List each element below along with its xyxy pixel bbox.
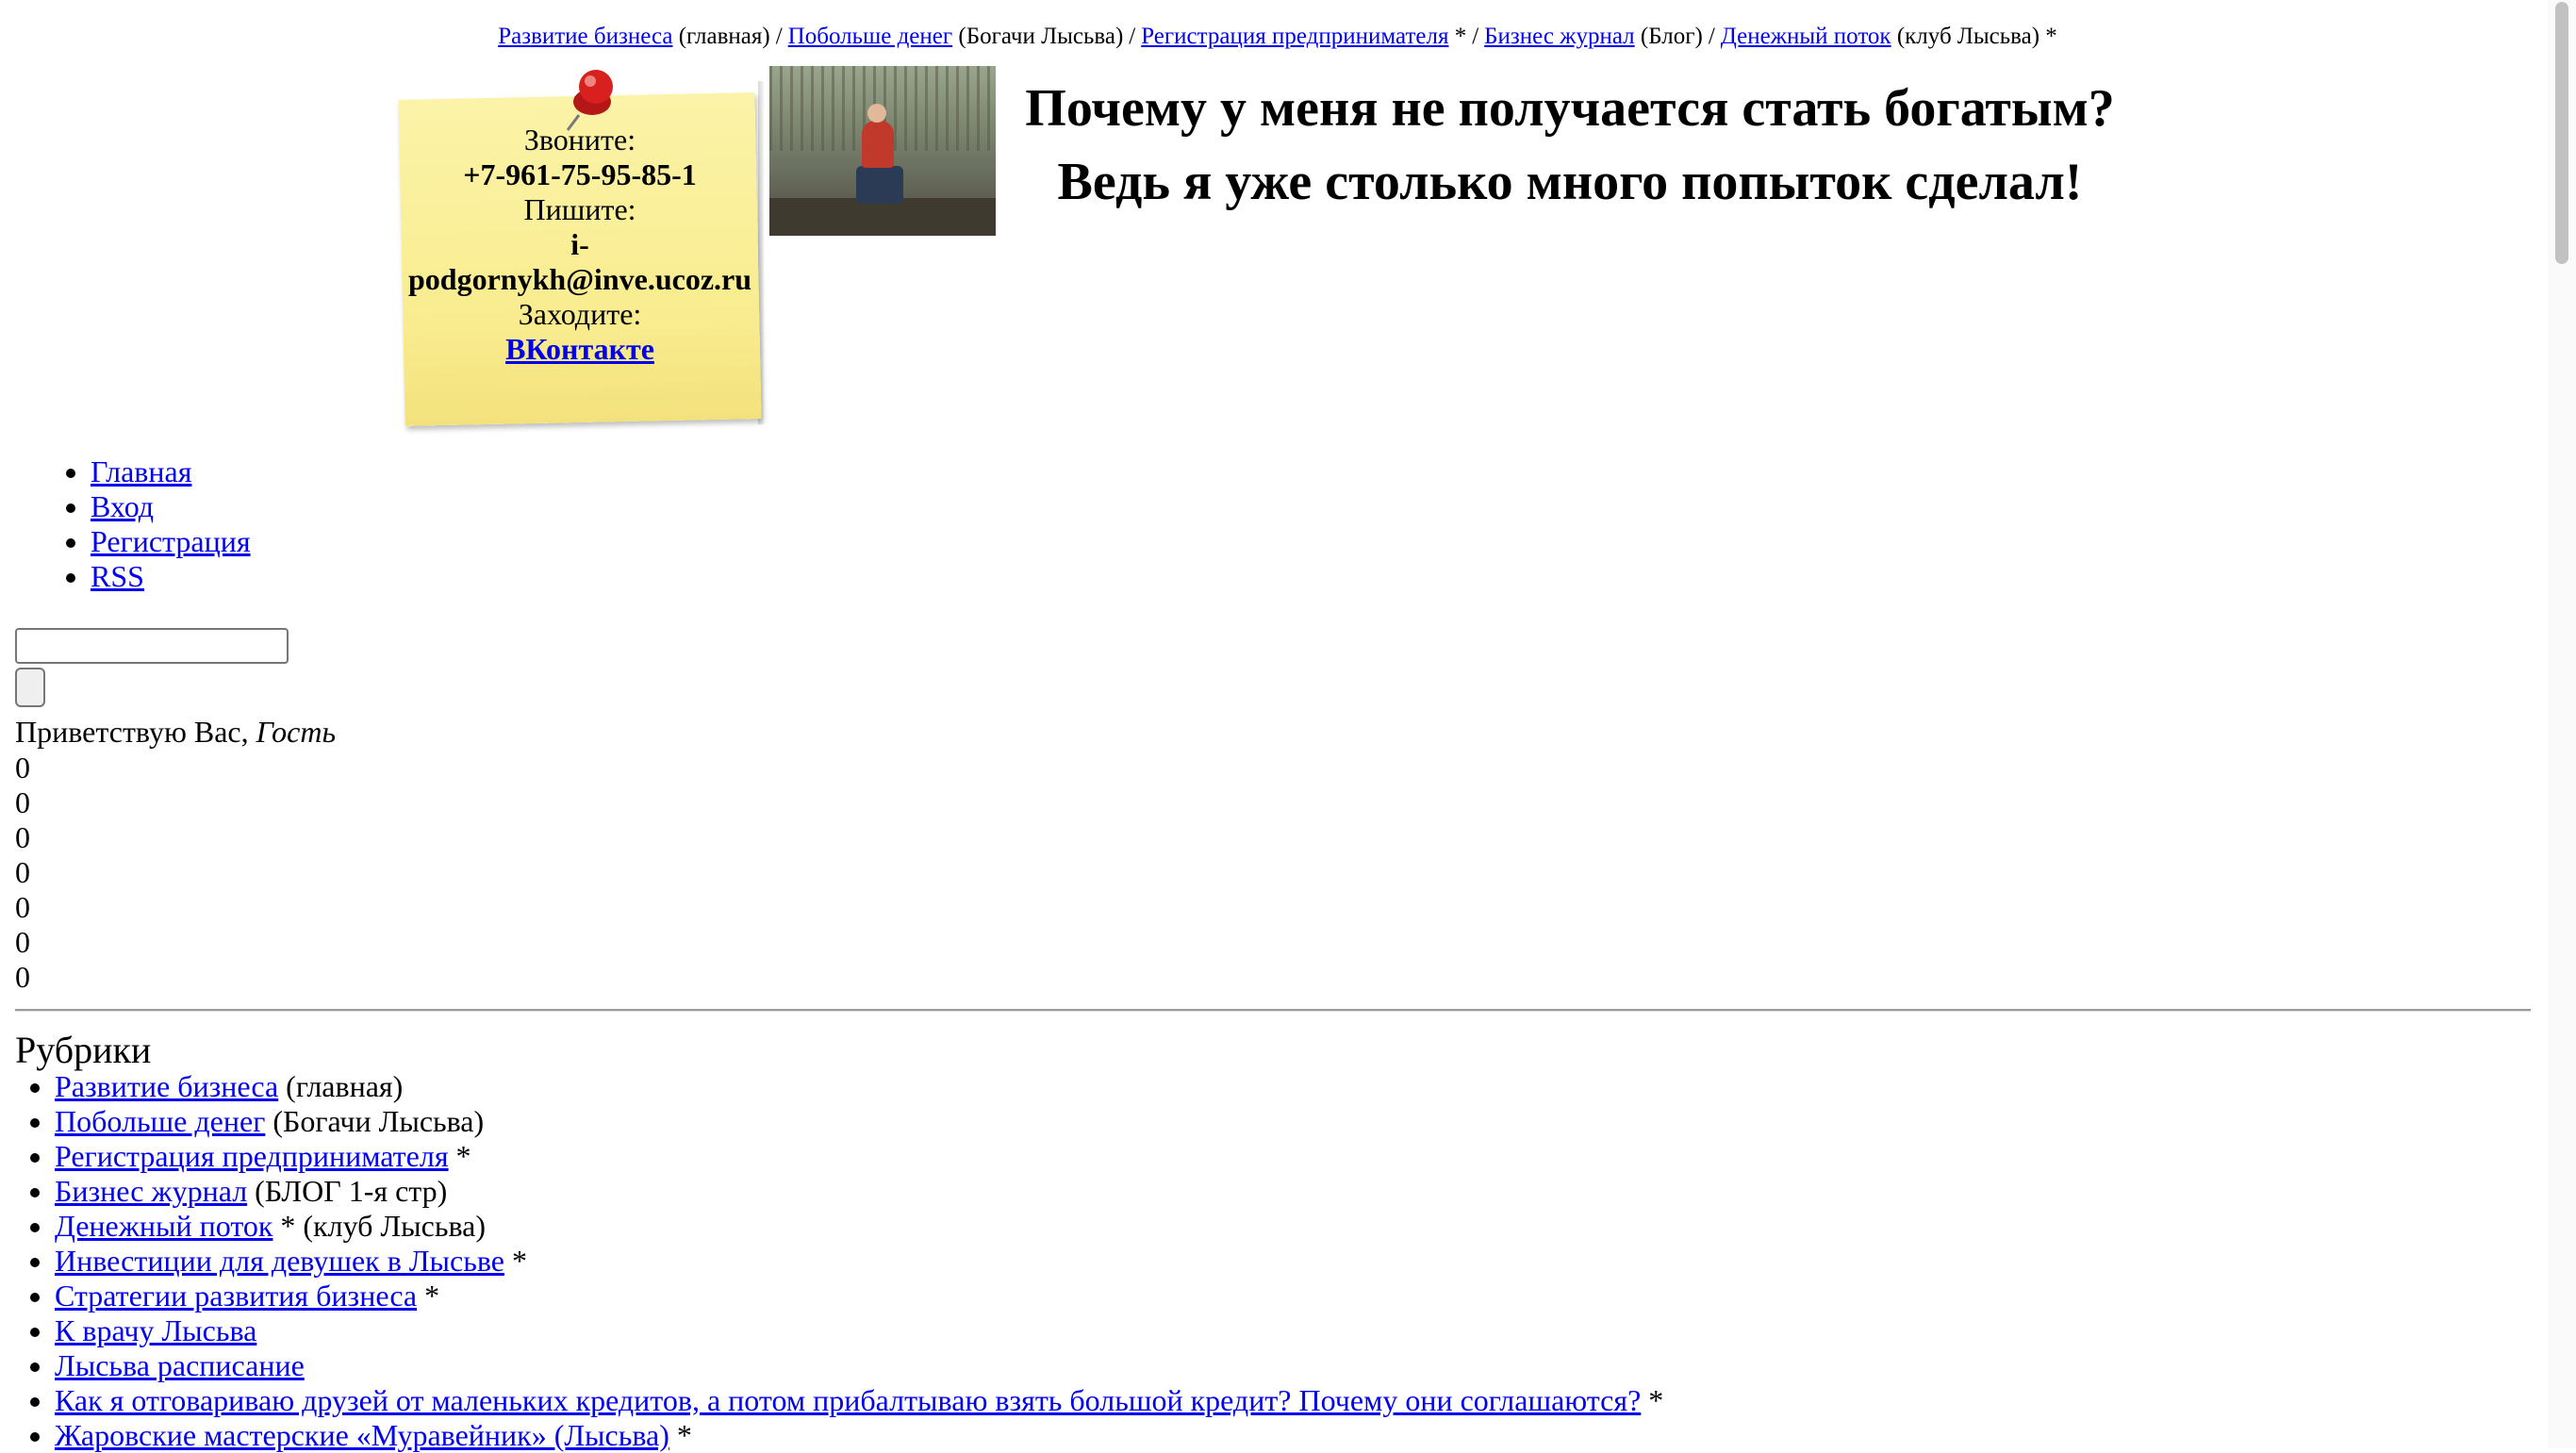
rubric-link[interactable]: Как я отговариваю друзей от маленьких кр… <box>55 1383 1641 1417</box>
rubric-link[interactable]: Денежный поток <box>55 1209 272 1243</box>
greeting: Приветствую Вас, Гость <box>15 715 336 750</box>
rubric-link[interactable]: Регистрация предпринимателя <box>55 1139 449 1173</box>
top-nav-note: (Богачи Лысьва) <box>952 24 1124 49</box>
rubric-note: (главная) <box>278 1069 404 1103</box>
email-line-1: i- <box>570 227 589 261</box>
top-nav-note: (главная) <box>672 24 770 49</box>
rubric-item: Регистрация предпринимателя * <box>55 1139 1663 1174</box>
menu-item-rss: RSS <box>91 559 251 594</box>
rubric-item: Стратегии развития бизнеса * <box>55 1279 1663 1313</box>
rubric-item: Бизнес журнал (БЛОГ 1-я стр) <box>55 1174 1663 1209</box>
vk-link[interactable]: ВКонтакте <box>505 332 654 366</box>
call-label: Звоните: <box>523 123 636 157</box>
top-nav-link-money[interactable]: Побольше денег <box>788 24 952 49</box>
rubric-note: * <box>669 1418 692 1452</box>
visit-label: Заходите: <box>518 297 642 331</box>
header-slogan: Почему у меня не получается стать богаты… <box>999 72 2140 219</box>
counter-value: 0 <box>15 751 30 784</box>
rubric-note: * (клуб Лысьва) <box>272 1209 486 1243</box>
rubric-item: К врачу Лысьва <box>55 1313 1663 1348</box>
counter-value: 0 <box>15 785 30 819</box>
top-nav-separator: / <box>775 24 783 49</box>
rubric-link[interactable]: Бизнес журнал <box>55 1174 247 1208</box>
rubric-note: * <box>417 1279 440 1313</box>
menu-link-login[interactable]: Вход <box>91 489 154 523</box>
counter-value: 0 <box>15 890 30 924</box>
page-scrollbar[interactable] <box>2548 0 2576 1448</box>
top-nav-note: (Блог) <box>1634 24 1703 49</box>
rubric-note: * <box>448 1139 471 1173</box>
rubric-link[interactable]: Инвестиции для девушек в Лысьве <box>55 1244 504 1278</box>
phone-number: +7-961-75-95-85-1 <box>463 157 697 191</box>
header-photo <box>769 66 996 236</box>
greeting-text: Приветствую Вас, <box>15 715 256 749</box>
top-nav-separator: / <box>1708 24 1715 49</box>
top-nav-link-cashflow[interactable]: Денежный поток <box>1721 24 1891 49</box>
counter-value: 0 <box>15 960 30 994</box>
rubric-link[interactable]: Развитие бизнеса <box>55 1069 278 1103</box>
rubric-link[interactable]: Побольше денег <box>55 1104 265 1138</box>
rubric-note: * <box>504 1244 527 1278</box>
horizontal-divider <box>15 1009 2531 1012</box>
top-nav-link-journal[interactable]: Бизнес журнал <box>1484 24 1635 49</box>
top-nav-link-registration[interactable]: Регистрация предпринимателя <box>1141 24 1448 49</box>
greeting-user: Гость <box>256 715 337 749</box>
photo-ground <box>769 198 996 236</box>
rubric-note: (Богачи Лысьва) <box>265 1104 485 1138</box>
rubrics-list: Развитие бизнеса (главная) Побольше дене… <box>0 1069 1663 1453</box>
counter-value: 0 <box>15 855 30 889</box>
top-nav-separator: / <box>1129 24 1136 49</box>
rubric-link[interactable]: К врачу Лысьва <box>55 1313 256 1347</box>
top-nav-note: * <box>1448 24 1467 49</box>
user-menu: Главная Вход Регистрация RSS <box>0 454 251 594</box>
menu-item-home: Главная <box>91 454 251 489</box>
rubric-note: (БЛОГ 1-я стр) <box>247 1174 448 1208</box>
photo-person-head <box>867 104 886 123</box>
rubric-link[interactable]: Жаровские мастерские «Муравейник» (Лысьв… <box>55 1418 669 1452</box>
rubric-item: Жаровские мастерские «Муравейник» (Лысьв… <box>55 1418 1663 1453</box>
rubric-item: Лысьва расписание <box>55 1348 1663 1383</box>
menu-link-home[interactable]: Главная <box>91 454 191 488</box>
contact-sticky-note: Звоните: +7-961-75-95-85-1 Пишите: i- po… <box>398 70 766 426</box>
menu-link-rss[interactable]: RSS <box>91 559 144 593</box>
rubric-link[interactable]: Стратегии развития бизнеса <box>55 1279 417 1313</box>
top-nav-link-business[interactable]: Развитие бизнеса <box>498 24 672 49</box>
write-label: Пишите: <box>523 192 636 226</box>
top-nav-separator: / <box>1472 24 1479 49</box>
email-line-2: podgornykh@inve.ucoz.ru <box>407 262 752 296</box>
top-navigation: Развитие бизнеса (главная) / Побольше дене… <box>0 23 2555 51</box>
search-button[interactable] <box>15 668 45 707</box>
rubrics-title: Рубрики <box>15 1029 152 1071</box>
photo-person-legs <box>856 166 903 204</box>
counters-block: 0 0 0 0 0 0 0 <box>15 751 30 995</box>
rubric-item: Как я отговариваю друзей от маленьких кр… <box>55 1383 1663 1418</box>
counter-value: 0 <box>15 820 30 854</box>
menu-item-login: Вход <box>91 489 251 524</box>
rubric-item: Побольше денег (Богачи Лысьва) <box>55 1104 1663 1139</box>
scrollbar-thumb[interactable] <box>2555 2 2568 264</box>
photo-person-body <box>862 121 894 168</box>
rubric-link[interactable]: Лысьва расписание <box>55 1348 305 1382</box>
rubric-item: Денежный поток * (клуб Лысьва) <box>55 1209 1663 1244</box>
menu-item-register: Регистрация <box>91 524 251 559</box>
counter-value: 0 <box>15 925 30 959</box>
top-nav-note: (клуб Лысьва) * <box>1891 24 2057 49</box>
slogan-line-2: Ведь я уже столько много попыток сделал! <box>1057 153 2083 211</box>
menu-link-register[interactable]: Регистрация <box>91 524 251 558</box>
note-contacts: Звоните: +7-961-75-95-85-1 Пишите: i- po… <box>407 123 752 367</box>
rubric-item: Развитие бизнеса (главная) <box>55 1069 1663 1104</box>
rubric-note: * <box>1641 1383 1664 1417</box>
rubric-item: Инвестиции для девушек в Лысьве * <box>55 1244 1663 1279</box>
slogan-line-1: Почему у меня не получается стать богаты… <box>1025 79 2115 138</box>
search-input[interactable] <box>15 628 289 664</box>
